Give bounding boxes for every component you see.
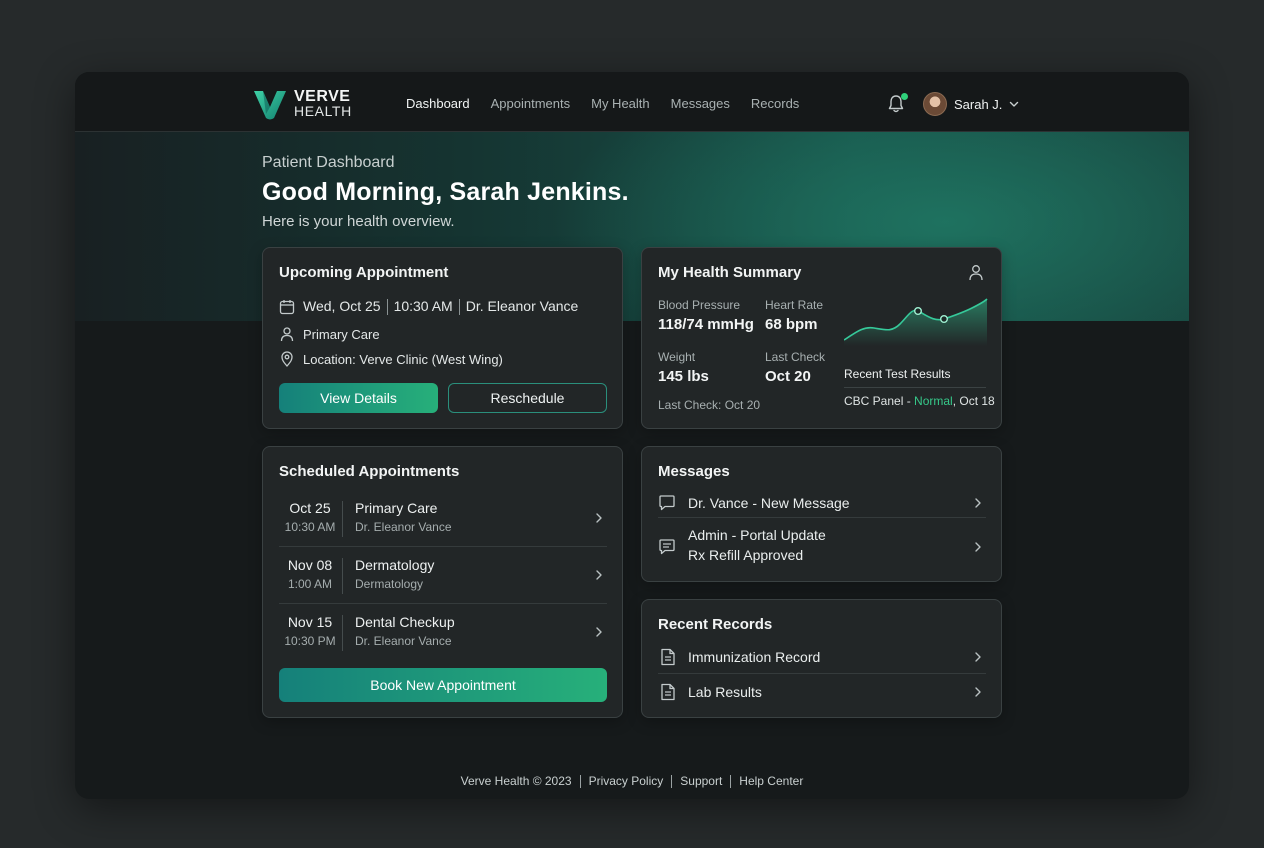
card-title: My Health Summary xyxy=(658,264,802,281)
upcoming-appointment-card: Upcoming Appointment Wed, Oct 25 10:30 AM… xyxy=(262,247,623,429)
nav-messages[interactable]: Messages xyxy=(671,96,730,111)
messages-card: Messages Dr. Vance - New Message Admin -… xyxy=(641,446,1002,582)
message-lines-icon xyxy=(659,539,675,555)
divider xyxy=(844,387,986,388)
card-title: Scheduled Appointments xyxy=(279,463,460,480)
test-result-row[interactable]: CBC Panel - Normal, Oct 18 xyxy=(844,394,995,408)
appointment-datetime: Wed, Oct 25 10:30 AM Dr. Eleanor Vance xyxy=(279,298,579,316)
card-title: Recent Records xyxy=(658,616,773,633)
hero-background xyxy=(75,132,1189,321)
weight-metric: Weight 145 lbs xyxy=(658,350,709,385)
brand-line2: HEALTH xyxy=(294,103,352,119)
list-item[interactable]: Admin - Portal Update Rx Refill Approved xyxy=(658,525,986,569)
chevron-right-icon xyxy=(975,652,981,662)
recent-tests-title: Recent Test Results xyxy=(844,367,951,381)
book-appointment-button[interactable]: Book New Appointment xyxy=(279,668,607,702)
list-item[interactable]: Immunization Record xyxy=(658,644,986,674)
chevron-right-icon xyxy=(975,542,981,552)
user-menu[interactable]: Sarah J. xyxy=(923,92,1019,116)
footer: Verve Health © 2023 Privacy Policy Support… xyxy=(75,774,1189,789)
status-badge: Normal xyxy=(914,394,953,408)
brand-logo[interactable]: VERVE HEALTH xyxy=(252,87,352,121)
scheduled-appointments-card: Scheduled Appointments Oct 25 10:30 AM P… xyxy=(262,446,623,718)
copyright-text: Verve Health © 2023 xyxy=(460,774,572,788)
view-details-button[interactable]: View Details xyxy=(279,383,438,413)
nav-my-health[interactable]: My Health xyxy=(591,96,650,111)
brand-line1: VERVE xyxy=(294,88,351,105)
help-center-link[interactable]: Help Center xyxy=(739,774,803,788)
appointment-type: Primary Care xyxy=(279,326,380,342)
avatar xyxy=(923,92,947,116)
table-row[interactable]: Oct 25 10:30 AM Primary Care Dr. Eleanor… xyxy=(279,490,607,547)
app-window: VERVE HEALTH Dashboard Appointments My H… xyxy=(75,72,1189,799)
document-icon xyxy=(661,648,675,666)
chevron-right-icon xyxy=(975,498,981,508)
appointment-time: 10:30 AM xyxy=(393,298,453,314)
trend-sparkline xyxy=(844,298,988,346)
person-icon[interactable] xyxy=(968,264,984,281)
reschedule-button[interactable]: Reschedule xyxy=(448,383,607,413)
health-summary-card: My Health Summary Blood Pressure 118/74 … xyxy=(641,247,1002,429)
appointment-date: Wed, Oct 25 xyxy=(303,298,381,314)
chevron-right-icon xyxy=(596,570,602,580)
page-subtitle: Patient Dashboard xyxy=(262,154,395,171)
chevron-right-icon xyxy=(596,513,602,523)
blood-pressure-metric: Blood Pressure 118/74 mmHg xyxy=(658,298,754,333)
location-pin-icon xyxy=(281,351,293,367)
appointment-location: Location: Verve Clinic (West Wing) xyxy=(279,351,503,367)
table-row[interactable]: Nov 15 10:30 PM Dental Checkup Dr. Elean… xyxy=(279,604,607,661)
recent-records-card: Recent Records Immunization Record Lab R… xyxy=(641,599,1002,718)
chevron-right-icon xyxy=(975,687,981,697)
chat-bubble-icon xyxy=(659,495,675,511)
nav-records[interactable]: Records xyxy=(751,96,799,111)
chevron-right-icon xyxy=(596,627,602,637)
card-title: Upcoming Appointment xyxy=(279,264,449,281)
person-icon xyxy=(280,327,294,342)
main-nav: Dashboard Appointments My Health Message… xyxy=(406,96,799,111)
list-item[interactable]: Dr. Vance - New Message xyxy=(658,490,986,518)
privacy-link[interactable]: Privacy Policy xyxy=(589,774,664,788)
nav-appointments[interactable]: Appointments xyxy=(491,96,571,111)
last-check-metric: Last Check Oct 20 xyxy=(765,350,826,385)
last-check-note: Last Check: Oct 20 xyxy=(658,398,761,412)
support-link[interactable]: Support xyxy=(680,774,722,788)
heart-rate-metric: Heart Rate 68 bpm xyxy=(765,298,824,333)
verve-logo-icon xyxy=(254,91,286,120)
table-row[interactable]: Nov 08 1:00 AM Dermatology Dermatology xyxy=(279,547,607,604)
user-name: Sarah J. xyxy=(954,96,1003,112)
hero-section: Patient Dashboard Good Morning, Sarah Je… xyxy=(262,154,629,230)
page-title: Good Morning, Sarah Jenkins. xyxy=(262,178,629,206)
appointment-doctor: Dr. Eleanor Vance xyxy=(465,298,579,314)
notification-dot xyxy=(901,93,908,100)
page-description: Here is your health overview. xyxy=(262,213,455,230)
list-item[interactable]: Lab Results xyxy=(658,679,986,709)
document-icon xyxy=(661,683,675,701)
top-bar: VERVE HEALTH Dashboard Appointments My H… xyxy=(75,72,1189,132)
calendar-icon xyxy=(279,299,295,314)
chevron-down-icon xyxy=(1010,101,1019,107)
nav-dashboard[interactable]: Dashboard xyxy=(406,96,470,111)
card-title: Messages xyxy=(658,463,730,480)
